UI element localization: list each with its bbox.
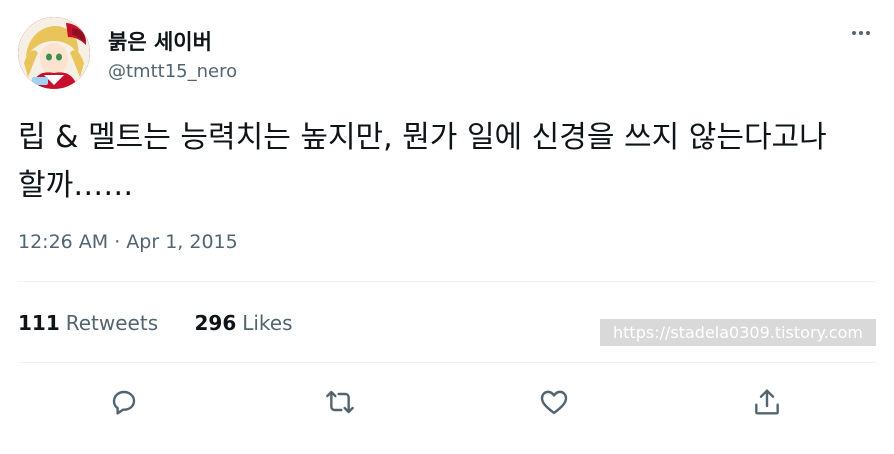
avatar[interactable] bbox=[18, 17, 90, 89]
likes-count: 296 bbox=[194, 311, 237, 335]
reply-button[interactable] bbox=[100, 378, 148, 426]
heart-icon bbox=[540, 390, 568, 415]
reply-icon bbox=[112, 390, 136, 415]
retweets-label: Retweets bbox=[65, 311, 159, 335]
username[interactable]: @tmtt15_nero bbox=[108, 61, 237, 82]
more-horizontal-icon bbox=[852, 31, 856, 35]
more-options-button[interactable] bbox=[846, 22, 876, 44]
action-bar bbox=[0, 378, 894, 426]
share-button[interactable] bbox=[743, 378, 791, 426]
tweet-timestamp[interactable]: 12:26 AM · Apr 1, 2015 bbox=[18, 231, 238, 253]
likes-stat[interactable]: 296 Likes bbox=[194, 311, 292, 335]
likes-label: Likes bbox=[242, 311, 293, 335]
retweet-button[interactable] bbox=[316, 378, 364, 426]
watermark: https://stadela0309.tistory.com bbox=[600, 319, 876, 346]
tweet-card: 붉은 세이버 @tmtt15_nero 립 & 멜트는 능력치는 높지만, 뭔가… bbox=[0, 0, 894, 454]
divider bbox=[18, 281, 876, 282]
more-horizontal-icon bbox=[859, 31, 863, 35]
display-name[interactable]: 붉은 세이버 bbox=[108, 26, 212, 56]
share-icon bbox=[755, 389, 779, 415]
engagement-stats: 111 Retweets 296 Likes bbox=[18, 311, 323, 335]
tweet-text: 립 & 멜트는 능력치는 높지만, 뭔가 일에 신경을 쓰지 않는다고나 할까…… bbox=[18, 120, 827, 203]
like-button[interactable] bbox=[530, 378, 578, 426]
retweet-icon bbox=[326, 390, 354, 414]
more-horizontal-icon bbox=[866, 31, 870, 35]
retweets-count: 111 bbox=[18, 311, 60, 335]
divider bbox=[18, 362, 876, 363]
avatar-image bbox=[18, 17, 90, 89]
retweets-stat[interactable]: 111 Retweets bbox=[18, 311, 158, 335]
